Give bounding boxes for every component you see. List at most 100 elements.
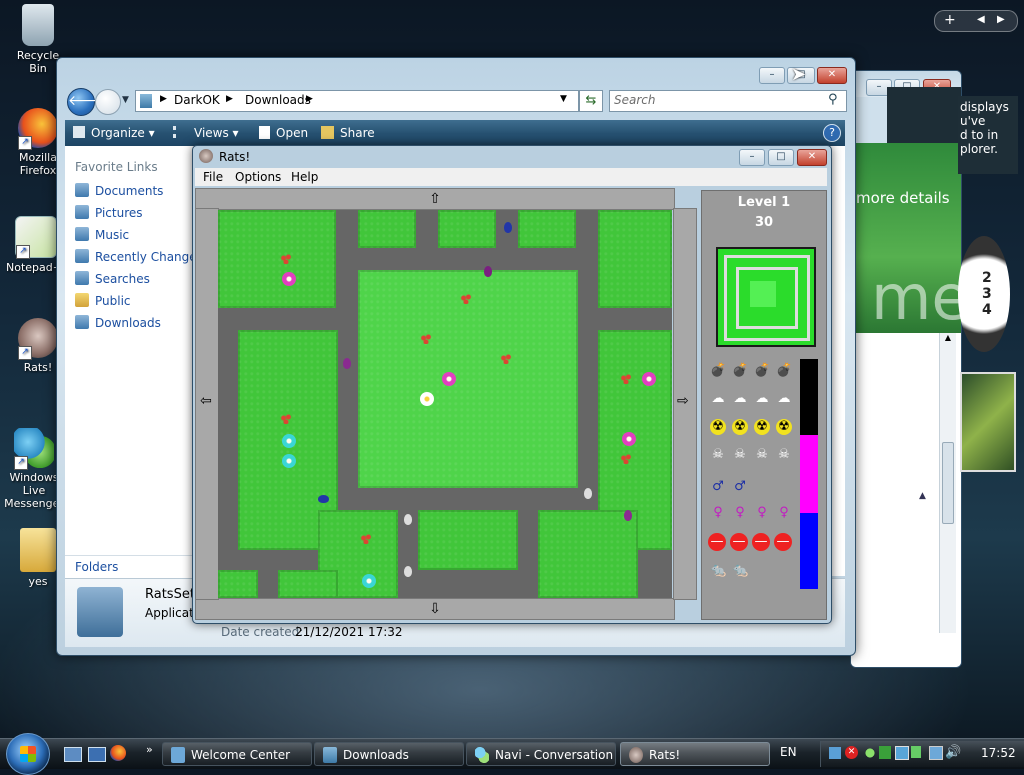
- next-icon[interactable]: ▶: [997, 11, 1005, 29]
- no-entry-icon[interactable]: —: [752, 533, 770, 551]
- search-icon[interactable]: ⚲: [828, 92, 838, 107]
- messenger-tray-icon[interactable]: [863, 746, 877, 760]
- no-entry-icon[interactable]: —: [708, 533, 726, 551]
- folders-toggle[interactable]: Folders: [65, 555, 195, 578]
- female-symbol-icon[interactable]: ♀: [710, 505, 726, 521]
- scroll-up-area[interactable]: ⇧: [195, 188, 675, 210]
- scroll-up-icon[interactable]: ▲: [940, 333, 956, 342]
- male-symbol-icon[interactable]: ♂: [710, 479, 726, 495]
- gas-cloud-icon[interactable]: ☁: [732, 391, 748, 407]
- photo-gadget[interactable]: [960, 372, 1016, 472]
- clock[interactable]: 17:52: [981, 746, 1016, 760]
- start-button[interactable]: [6, 733, 50, 775]
- rat-baby[interactable]: [404, 566, 412, 577]
- female-symbol-icon[interactable]: ♀: [776, 505, 792, 521]
- skull-icon[interactable]: ☠: [754, 447, 770, 463]
- nav-link-recently-changed[interactable]: Recently Changed: [75, 248, 204, 266]
- address-bar[interactable]: ▶ DarkOK ▶ Downloads ▶ ▼: [135, 90, 579, 112]
- back-button[interactable]: 🡐: [67, 88, 106, 116]
- menu-file[interactable]: File: [203, 169, 223, 185]
- game-playfield[interactable]: [218, 210, 672, 598]
- scroll-thumb[interactable]: [942, 442, 954, 524]
- network-tray-icon[interactable]: [829, 747, 841, 759]
- breadcrumb-downloads[interactable]: Downloads: [245, 93, 311, 107]
- rat-male[interactable]: [504, 222, 512, 233]
- minimap[interactable]: [716, 247, 816, 347]
- sidebar-gadget-controls[interactable]: + ◀ ▶: [934, 10, 1018, 32]
- update-tray-icon[interactable]: [879, 746, 891, 759]
- radiation-icon[interactable]: ☢: [776, 419, 792, 435]
- task-rats[interactable]: Rats!: [620, 742, 770, 766]
- quicklaunch-overflow-icon[interactable]: »: [146, 743, 153, 756]
- security-alert-icon[interactable]: ✕: [845, 746, 858, 759]
- gas-cloud-icon[interactable]: ☁: [776, 391, 792, 407]
- scroll-up-icon[interactable]: ▲: [919, 491, 926, 501]
- rat-transform-icon[interactable]: 🐀: [710, 563, 726, 579]
- skull-icon[interactable]: ☠: [776, 447, 792, 463]
- skull-icon[interactable]: ☠: [732, 447, 748, 463]
- firefox-quicklaunch-icon[interactable]: [110, 745, 126, 761]
- welcome-center-window[interactable]: – □ ✕ more details me ▲ ▲: [850, 70, 962, 668]
- menu-help[interactable]: Help: [291, 169, 318, 185]
- bomb-icon[interactable]: 💣: [776, 363, 792, 379]
- female-symbol-icon[interactable]: ♀: [754, 505, 770, 521]
- female-symbol-icon[interactable]: ♀: [732, 505, 748, 521]
- nav-link-searches[interactable]: Searches: [75, 270, 150, 288]
- maximize-button[interactable]: □: [768, 149, 794, 166]
- gas-cloud-icon[interactable]: ☁: [710, 391, 726, 407]
- no-entry-icon[interactable]: —: [730, 533, 748, 551]
- breadcrumb-darkok[interactable]: DarkOK: [174, 93, 220, 107]
- organize-button[interactable]: Organize ▾: [73, 125, 155, 141]
- close-button[interactable]: ✕: [817, 67, 847, 84]
- rat-female[interactable]: [624, 510, 632, 521]
- rat-transform-icon[interactable]: 🐀: [732, 563, 748, 579]
- close-button[interactable]: ✕: [797, 149, 827, 166]
- volume-icon[interactable]: 🔊: [945, 745, 961, 760]
- bomb-icon[interactable]: 💣: [732, 363, 748, 379]
- add-gadget-icon[interactable]: +: [944, 11, 956, 29]
- bomb-icon[interactable]: 💣: [710, 363, 726, 379]
- gas-cloud-icon[interactable]: ☁: [754, 391, 770, 407]
- show-desktop-icon[interactable]: [64, 747, 82, 762]
- rats-window[interactable]: Rats! – □ ✕ File Options Help ⇧ ⇩ ⇦ ⇨ Le…: [192, 145, 832, 624]
- bomb-icon[interactable]: 💣: [754, 363, 770, 379]
- scroll-down-area[interactable]: ⇩: [195, 598, 675, 620]
- nav-link-music[interactable]: Music: [75, 226, 129, 244]
- nav-link-pictures[interactable]: Pictures: [75, 204, 143, 222]
- more-details-link[interactable]: more details: [856, 189, 950, 207]
- scrollbar[interactable]: ▲: [939, 333, 956, 633]
- task-downloads[interactable]: Downloads: [314, 742, 464, 766]
- no-entry-icon[interactable]: —: [774, 533, 792, 551]
- task-navi-conversation[interactable]: Navi - Conversation: [466, 742, 616, 766]
- skull-icon[interactable]: ☠: [710, 447, 726, 463]
- scroll-right-area[interactable]: ⇨: [673, 208, 697, 600]
- radiation-icon[interactable]: ☢: [732, 419, 748, 435]
- help-icon[interactable]: ?: [823, 124, 841, 142]
- rat-baby[interactable]: [404, 514, 412, 525]
- search-input[interactable]: Search ⚲: [609, 90, 847, 112]
- rat-female[interactable]: [343, 358, 351, 369]
- menu-options[interactable]: Options: [235, 169, 281, 185]
- radiation-icon[interactable]: ☢: [710, 419, 726, 435]
- recent-pages-chevron-icon[interactable]: ▼: [122, 95, 129, 105]
- nav-link-documents[interactable]: Documents: [75, 182, 163, 200]
- switch-windows-icon[interactable]: [88, 747, 106, 762]
- refresh-button[interactable]: ⇆: [579, 90, 603, 112]
- male-symbol-icon[interactable]: ♂: [732, 479, 748, 495]
- sidebar-tray-icon[interactable]: [911, 746, 921, 758]
- rat-baby[interactable]: [584, 488, 592, 499]
- task-welcome-center[interactable]: Welcome Center: [162, 742, 312, 766]
- nav-link-downloads[interactable]: Downloads: [75, 314, 161, 332]
- scroll-left-area[interactable]: ⇦: [195, 208, 219, 600]
- forward-button[interactable]: [95, 89, 121, 115]
- rat-female[interactable]: [484, 266, 492, 277]
- share-button[interactable]: Share: [321, 125, 375, 141]
- open-button[interactable]: Open: [259, 125, 308, 141]
- previous-icon[interactable]: ◀: [977, 11, 985, 29]
- views-button[interactable]: Views ▾: [173, 125, 239, 141]
- nav-link-public[interactable]: Public: [75, 292, 131, 310]
- radiation-icon[interactable]: ☢: [754, 419, 770, 435]
- desktop-icon-messenger[interactable]: ↗ Windows Live Messenger: [4, 428, 64, 510]
- address-dropdown-icon[interactable]: ▼: [560, 94, 567, 104]
- language-indicator[interactable]: EN: [780, 745, 797, 759]
